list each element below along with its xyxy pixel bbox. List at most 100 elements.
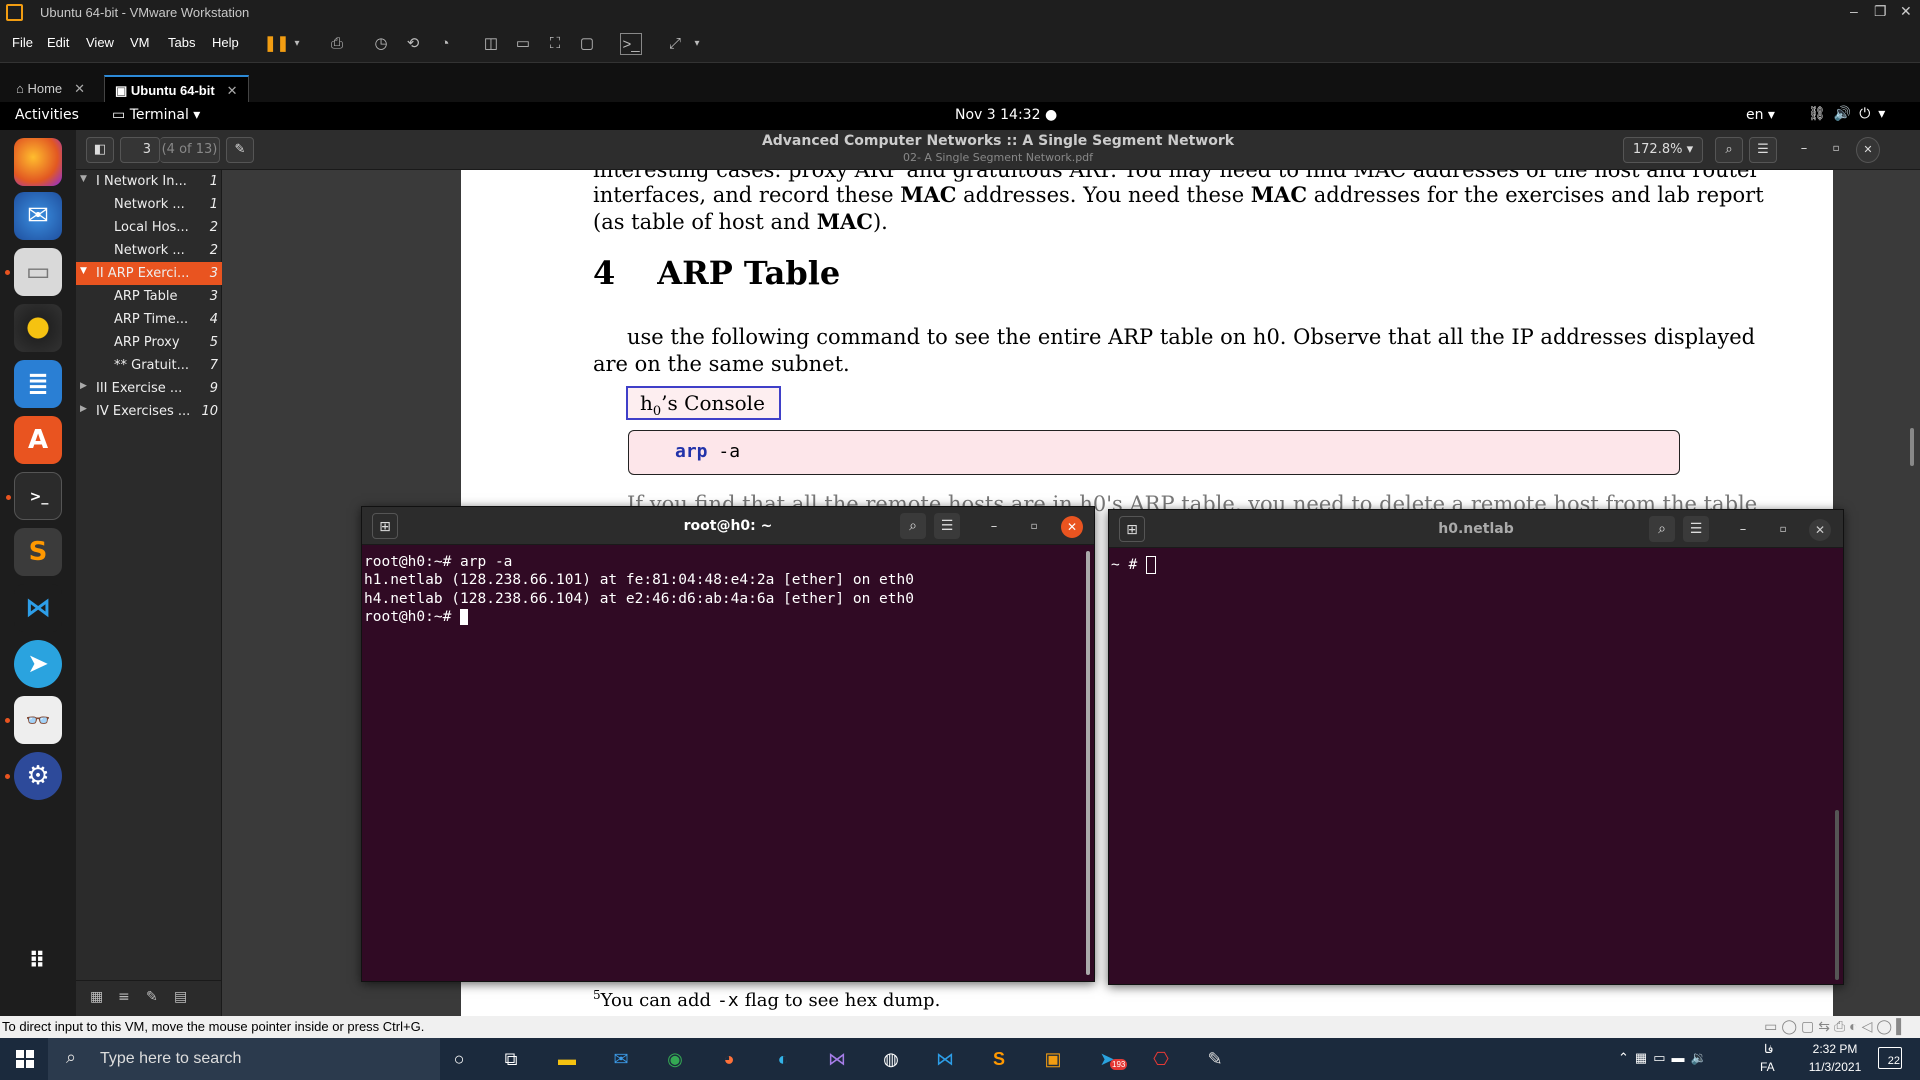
outline-item[interactable]: Local Hos... 2 [76, 216, 222, 239]
outline-item[interactable]: ▶ IV Exercises ... 10 [76, 400, 222, 423]
menu-vm[interactable]: VM [130, 35, 150, 50]
unity-icon[interactable]: ▢ [576, 33, 598, 55]
file-explorer-icon[interactable]: ▬ [552, 1045, 582, 1073]
system-menu[interactable]: ⛓🔊⏻▾ [1808, 106, 1893, 122]
chrome-icon[interactable]: ◉ [660, 1045, 690, 1073]
dock-builder[interactable]: ⚙ [5, 752, 62, 800]
outline-item[interactable]: ARP Proxy 5 [76, 331, 222, 354]
visual-studio-icon[interactable]: ⋈ [822, 1045, 852, 1073]
dock-telegram[interactable]: ➤ [14, 640, 62, 688]
dock-show-applications[interactable]: ⠿ [14, 938, 62, 986]
outline-icon[interactable]: ≡ [118, 989, 130, 1005]
cortana-icon[interactable]: ○ [444, 1045, 474, 1073]
outline-item[interactable]: ** Gratuit... 7 [76, 354, 222, 377]
dock-thunderbird[interactable]: ✉ [14, 192, 62, 240]
console-view-icon[interactable]: >_ [620, 33, 642, 55]
dock-rhythmbox[interactable] [14, 304, 62, 352]
outline-item[interactable]: ▼ I Network In... 1 [76, 170, 222, 193]
start-button[interactable] [16, 1050, 34, 1068]
input-language-script[interactable]: فا [1764, 1042, 1773, 1056]
close-tab-icon[interactable]: ✕ [227, 83, 238, 98]
maximize-icon[interactable]: ▫ [1024, 517, 1044, 537]
minimize-icon[interactable]: – [1794, 137, 1814, 163]
snapshot-manager-icon[interactable]: ◔ [434, 33, 456, 55]
tab-home[interactable]: ⌂ Home ✕ [6, 75, 95, 103]
terminal-output[interactable]: root@h0:~# arp -a h1.netlab (128.238.66.… [364, 553, 914, 627]
maximize-icon[interactable]: ▫ [1773, 520, 1793, 540]
app-icon[interactable]: ◍ [876, 1045, 906, 1073]
outline-item[interactable]: ARP Table 3 [76, 285, 222, 308]
terminal-window-h0-netlab[interactable]: ⊞ h0.netlab ⌕ ☰ – ▫ ✕ ~ # [1108, 509, 1844, 985]
mail-icon[interactable]: ✉ [606, 1045, 636, 1073]
menu-help[interactable]: Help [212, 35, 239, 50]
clock[interactable]: Nov 3 14:32 ● [955, 107, 1057, 123]
input-language[interactable]: FA [1760, 1060, 1775, 1074]
minimize-icon[interactable]: – [1733, 520, 1753, 540]
attachments-icon[interactable]: ▤ [174, 989, 187, 1005]
language-indicator[interactable]: en ▾ [1746, 107, 1775, 123]
notification-center-icon[interactable]: 22 [1878, 1047, 1902, 1069]
system-tray[interactable]: ⌃▦▭▬🔉 [1618, 1050, 1713, 1066]
scrollbar[interactable] [1835, 810, 1839, 980]
stretch-dropdown-icon[interactable]: ▾ [686, 33, 708, 55]
search-icon[interactable]: ⌕ [900, 513, 926, 539]
close-tab-icon[interactable]: ✕ [74, 81, 85, 96]
dock-software[interactable]: A [14, 416, 62, 464]
outline-item[interactable]: Network ... 1 [76, 193, 222, 216]
outline-item-selected[interactable]: ▼ II ARP Exerci... 3 [76, 262, 222, 285]
terminal-output[interactable]: ~ # [1111, 556, 1156, 574]
expander-icon[interactable]: ▶ [80, 381, 87, 391]
send-ctrl-alt-del-icon[interactable]: ⎙ [326, 33, 348, 55]
zoom-menu[interactable]: 172.8% ▾ [1623, 137, 1703, 163]
full-screen-icon[interactable]: ⛶ [544, 33, 566, 55]
hamburger-menu-icon[interactable]: ☰ [1749, 137, 1777, 163]
search-icon[interactable]: ⌕ [1649, 516, 1675, 542]
paint-icon[interactable]: ✎ [1200, 1045, 1230, 1073]
close-icon[interactable]: ✕ [1900, 3, 1912, 20]
outline-item[interactable]: ▶ III Exercise ... 9 [76, 377, 222, 400]
telegram-icon[interactable]: ➤ 193 [1092, 1045, 1128, 1073]
scrollbar[interactable] [1086, 551, 1090, 975]
search-icon[interactable]: ⌕ [1715, 137, 1743, 163]
taskbar-time[interactable]: 2:32 PM [1800, 1042, 1870, 1056]
dock-firefox[interactable] [14, 138, 62, 186]
acrobat-icon[interactable]: ⎔ [1146, 1045, 1176, 1073]
dock-sublime[interactable]: S [14, 528, 62, 576]
taskbar-date[interactable]: 11/3/2021 [1798, 1060, 1872, 1074]
pause-icon[interactable]: ❚❚ [264, 33, 289, 55]
close-icon[interactable]: ✕ [1809, 519, 1831, 541]
snapshot-icon[interactable]: ◷ [370, 33, 392, 55]
tab-ubuntu[interactable]: ▣ Ubuntu 64-bit ✕ [104, 75, 249, 103]
sublime-icon[interactable]: S [984, 1045, 1014, 1073]
expander-icon[interactable]: ▼ [80, 174, 87, 184]
pause-dropdown-icon[interactable]: ▾ [286, 33, 308, 55]
outline-item[interactable]: Network ... 2 [76, 239, 222, 262]
outline-item[interactable]: ARP Time... 4 [76, 308, 222, 331]
menu-view[interactable]: View [86, 35, 114, 50]
dock-files[interactable]: ▭ [5, 248, 62, 296]
terminal-window-root-h0[interactable]: ⊞ root@h0: ~ ⌕ ☰ – ▫ ✕ root@h0:~# arp -a… [361, 506, 1095, 982]
expander-icon[interactable]: ▶ [80, 404, 87, 414]
task-view-icon[interactable]: ⧉ [496, 1045, 526, 1073]
thumbnails-icon[interactable]: ▦ [90, 989, 103, 1005]
close-icon[interactable]: ✕ [1856, 137, 1880, 163]
edge-icon[interactable]: ◐ [768, 1045, 798, 1073]
library-icon[interactable]: ◫ [480, 33, 502, 55]
vmware-icon[interactable]: ▣ [1038, 1045, 1068, 1073]
vscode-icon[interactable]: ⋈ [930, 1045, 960, 1073]
revert-snapshot-icon[interactable]: ⟲ [402, 33, 424, 55]
activities-button[interactable]: Activities [15, 107, 79, 123]
stretch-icon[interactable]: ⤢ [664, 33, 686, 55]
close-icon[interactable]: ✕ [1061, 516, 1083, 538]
dock-vscode[interactable]: ⋈ [14, 584, 62, 632]
menu-edit[interactable]: Edit [47, 35, 69, 50]
firefox-icon[interactable]: ◕ [714, 1045, 744, 1073]
dock-terminal[interactable]: >_ [6, 472, 62, 520]
minimize-icon[interactable]: – [1850, 3, 1858, 19]
dock-document-viewer[interactable]: 👓 [5, 696, 62, 744]
hamburger-menu-icon[interactable]: ☰ [1683, 516, 1709, 542]
annotations-icon[interactable]: ✎ [146, 989, 158, 1005]
menu-file[interactable]: File [12, 35, 33, 50]
thumbnail-icon[interactable]: ▭ [512, 33, 534, 55]
hamburger-menu-icon[interactable]: ☰ [934, 513, 960, 539]
